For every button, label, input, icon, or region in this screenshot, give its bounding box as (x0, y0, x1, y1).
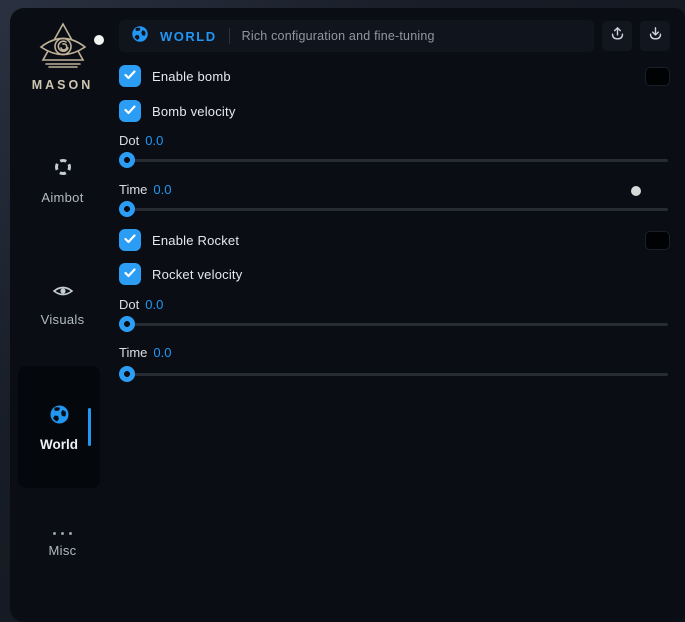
slider-label: Time (119, 182, 147, 197)
sidebar-item-label: Visuals (41, 312, 85, 327)
slider-label-row: Time 0.0 (119, 182, 670, 197)
slider-thumb[interactable] (119, 201, 135, 217)
sidebar-item-label: Misc (49, 543, 77, 558)
enable-bomb-checkbox[interactable] (119, 65, 141, 87)
slider-label-row: Dot 0.0 (119, 297, 670, 312)
slider-track[interactable] (119, 159, 668, 162)
checkbox-label: Enable bomb (152, 69, 231, 84)
crosshair-icon (53, 157, 73, 182)
control-row-enable-bomb: Enable bomb (119, 65, 670, 87)
page-title: WORLD (160, 29, 217, 44)
bomb-dot-slider[interactable] (119, 152, 670, 168)
slider-thumb[interactable] (119, 316, 135, 332)
sidebar-item-visuals[interactable]: Visuals (10, 283, 115, 327)
masonic-eye-logo-icon (10, 20, 115, 76)
cursor-dot-secondary (631, 186, 641, 196)
page-subtitle: Rich configuration and fine-tuning (242, 29, 435, 43)
slider-value: 0.0 (153, 182, 171, 197)
cursor-dot (94, 35, 104, 45)
globe-icon (49, 404, 70, 430)
control-row-enable-rocket: Enable Rocket (119, 229, 670, 251)
rocket-velocity-checkbox[interactable] (119, 263, 141, 285)
rocket-dot-slider[interactable] (119, 316, 670, 332)
active-tab-indicator (88, 408, 91, 446)
slider-track[interactable] (119, 323, 668, 326)
control-row-rocket-velocity: Rocket velocity (119, 263, 670, 285)
slider-value: 0.0 (145, 133, 163, 148)
sidebar-item-misc[interactable]: Misc (10, 532, 115, 558)
slider-track[interactable] (119, 373, 668, 376)
check-icon (124, 265, 136, 283)
control-row-bomb-velocity: Bomb velocity (119, 100, 670, 122)
check-icon (124, 231, 136, 249)
upload-icon (609, 25, 626, 47)
bomb-time-slider-group: Time 0.0 (119, 182, 670, 217)
rocket-dot-slider-group: Dot 0.0 (119, 297, 670, 332)
globe-icon (131, 25, 149, 48)
slider-thumb[interactable] (119, 152, 135, 168)
sidebar: MASON Aimbot Visuals (10, 8, 115, 622)
bomb-dot-slider-group: Dot 0.0 (119, 133, 670, 168)
bomb-velocity-checkbox[interactable] (119, 100, 141, 122)
slider-value: 0.0 (153, 345, 171, 360)
eye-icon (52, 283, 74, 304)
header-bar: WORLD Rich configuration and fine-tuning (119, 20, 594, 52)
slider-label: Dot (119, 133, 139, 148)
ellipsis-icon (53, 532, 72, 535)
checkbox-label: Bomb velocity (152, 104, 236, 119)
logo: MASON (10, 20, 115, 92)
logo-text: MASON (10, 78, 115, 92)
sidebar-item-label: Aimbot (41, 190, 83, 205)
check-icon (124, 102, 136, 120)
slider-label: Dot (119, 297, 139, 312)
enable-bomb-color-swatch[interactable] (645, 67, 670, 86)
page-header: WORLD Rich configuration and fine-tuning (119, 20, 670, 52)
export-config-button[interactable] (602, 21, 632, 51)
world-tab-content: WORLD Rich configuration and fine-tuning (119, 20, 670, 382)
slider-label: Time (119, 345, 147, 360)
rocket-time-slider-group: Time 0.0 (119, 345, 670, 382)
enable-rocket-color-swatch[interactable] (645, 231, 670, 250)
sidebar-item-world-selected[interactable]: World (18, 366, 100, 488)
slider-thumb[interactable] (119, 366, 135, 382)
enable-rocket-checkbox[interactable] (119, 229, 141, 251)
slider-value: 0.0 (145, 297, 163, 312)
checkbox-label: Rocket velocity (152, 267, 242, 282)
checkbox-label: Enable Rocket (152, 233, 239, 248)
rocket-time-slider[interactable] (119, 366, 670, 382)
sidebar-item-label: World (40, 437, 78, 452)
download-icon (647, 25, 664, 47)
divider (229, 28, 230, 44)
slider-label-row: Time 0.0 (119, 345, 670, 360)
import-config-button[interactable] (640, 21, 670, 51)
slider-label-row: Dot 0.0 (119, 133, 670, 148)
bomb-time-slider[interactable] (119, 201, 670, 217)
sidebar-item-aimbot[interactable]: Aimbot (10, 157, 115, 205)
slider-track[interactable] (119, 208, 668, 211)
check-icon (124, 67, 136, 85)
mason-menu-window: MASON Aimbot Visuals (10, 8, 685, 622)
